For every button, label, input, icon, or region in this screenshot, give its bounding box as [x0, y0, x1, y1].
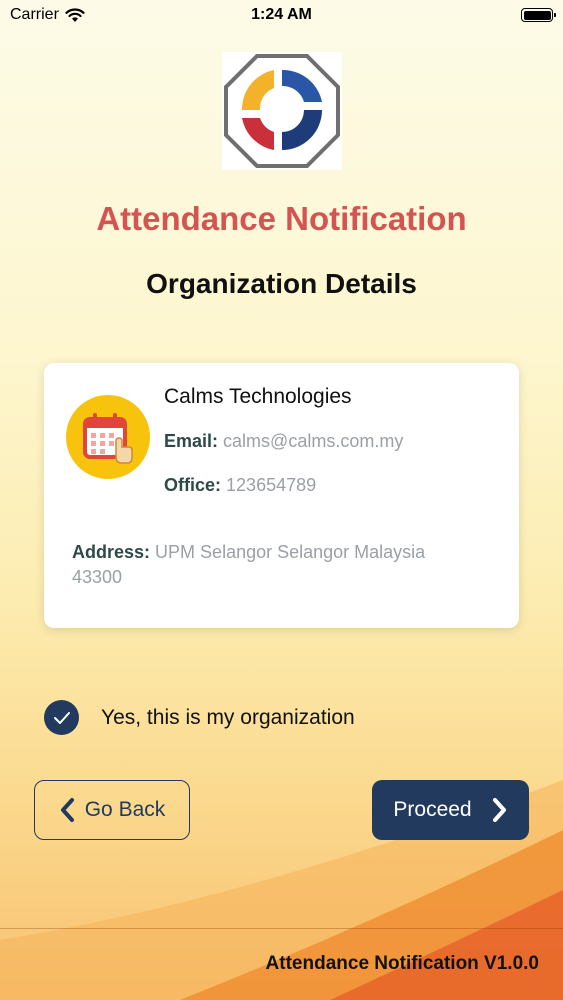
go-back-label: Go Back: [84, 798, 166, 821]
organization-email: calms@calms.com.my: [223, 431, 404, 451]
chevron-right-icon: [492, 798, 506, 822]
organization-name: Calms Technologies: [164, 385, 352, 408]
footer-version: Attendance Notification V1.0.0: [265, 953, 539, 974]
organization-card: Calms Technologies Email: calms@calms.co…: [44, 363, 519, 628]
organization-avatar: [66, 395, 150, 479]
confirm-checkbox[interactable]: [44, 700, 79, 735]
address-label: Address:: [72, 542, 151, 562]
page-subtitle: Organization Details: [146, 268, 417, 299]
organization-email-row: Email: calms@calms.com.my: [164, 431, 403, 452]
status-time: 1:24 AM: [251, 6, 312, 23]
status-bar: Carrier 1:24 AM: [0, 0, 563, 30]
email-label: Email:: [164, 431, 219, 451]
app-title: Attendance Notification: [96, 200, 467, 237]
app-logo-icon: [224, 54, 340, 168]
footer-divider: [0, 928, 563, 929]
calendar-icon: [83, 413, 133, 464]
office-label: Office:: [164, 475, 222, 495]
app-logo: [222, 52, 342, 170]
confirm-organization[interactable]: Yes, this is my organization: [44, 700, 355, 735]
organization-address-row: Address: UPM Selangor Selangor Malaysia …: [72, 540, 472, 590]
check-icon: [53, 711, 70, 724]
organization-office-row: Office: 123654789: [164, 475, 316, 496]
confirm-label: Yes, this is my organization: [101, 705, 355, 729]
proceed-button[interactable]: Proceed: [372, 780, 529, 840]
organization-office: 123654789: [226, 475, 317, 495]
go-back-button[interactable]: Go Back: [34, 780, 190, 840]
chevron-left-icon: [60, 798, 74, 822]
proceed-label: Proceed: [393, 798, 472, 821]
battery-icon: [521, 8, 556, 22]
